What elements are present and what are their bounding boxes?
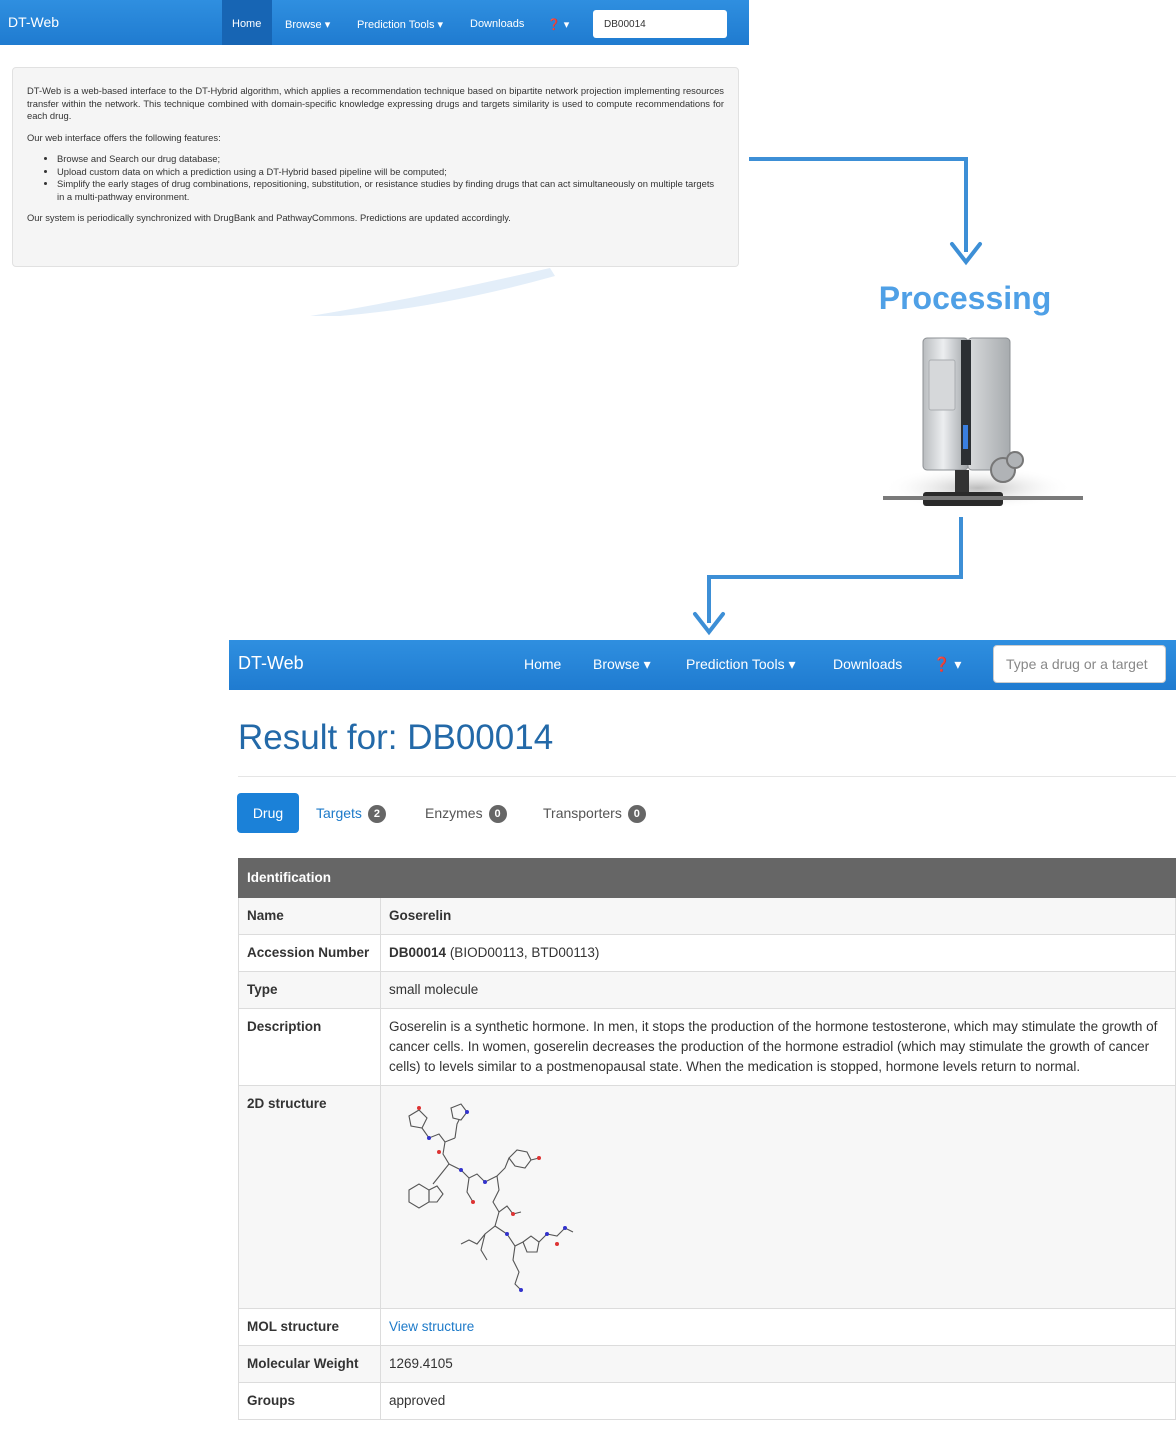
feature-item: Upload custom data on which a prediction… [57, 166, 724, 179]
search-input[interactable]: Type a drug or a target [993, 645, 1166, 683]
server-icon [883, 337, 1083, 510]
description-value: Goserelin is a synthetic hormone. In men… [380, 1008, 1176, 1086]
small-nav-downloads[interactable]: Downloads [470, 18, 524, 30]
weight-value: 1269.4105 [380, 1345, 1176, 1383]
processing-label: Processing [878, 280, 1052, 316]
feature-list: Browse and Search our drug database; Upl… [27, 153, 724, 203]
mol-label: MOL structure [238, 1308, 381, 1346]
feature-item: Browse and Search our drug database; [57, 153, 724, 166]
accession-label: Accession Number [238, 934, 381, 972]
navbar: DT-Web Home Browse ▾ Prediction Tools ▾ … [229, 640, 1176, 690]
tab-drug[interactable]: Drug [237, 793, 299, 833]
table-row: 2D structure [238, 1085, 1176, 1309]
page-title: Result for: DB00014 [238, 718, 554, 757]
groups-value: approved [380, 1382, 1176, 1420]
small-nav-prediction-tools[interactable]: Prediction Tools ▾ [357, 18, 443, 31]
molecule-structure-image [408, 1103, 574, 1292]
tab-enzymes[interactable]: Enzymes 0 [425, 793, 507, 833]
groups-label: Groups [238, 1382, 381, 1420]
intro-paragraph-3: Our system is periodically synchronized … [27, 212, 511, 223]
table-row: Type small molecule [238, 971, 1176, 1009]
nav-browse[interactable]: Browse ▾ [593, 656, 651, 673]
small-navbar: DT-Web Home Browse ▾ Prediction Tools ▾ … [0, 0, 749, 45]
small-search-input[interactable]: DB00014 [593, 10, 727, 38]
arrow-segment [749, 157, 967, 161]
view-structure-link[interactable]: View structure [389, 1319, 474, 1334]
intro-panel: DT-Web is a web-based interface to the D… [12, 67, 739, 267]
arrow-segment [707, 575, 963, 579]
enzymes-count-badge: 0 [488, 805, 507, 823]
type-value: small molecule [380, 971, 1176, 1009]
brand[interactable]: DT-Web [238, 653, 304, 674]
accession-value: DB00014 (BIOD00113, BTD00113) [380, 934, 1176, 972]
type-label: Type [238, 971, 381, 1009]
table-header-row: Identification [238, 858, 1176, 898]
arrow-down-icon [693, 612, 725, 636]
name-label: Name [238, 897, 381, 935]
tab-targets[interactable]: Targets 2 [316, 793, 386, 833]
table-row: Molecular Weight 1269.4105 [238, 1345, 1176, 1383]
accession-alt-ids: (BIOD00113, BTD00113) [449, 945, 600, 960]
tab-transporters[interactable]: Transporters 0 [543, 793, 646, 833]
nav-help[interactable]: ❓ ▾ [933, 656, 961, 673]
table-row: Accession Number DB00014 (BIOD00113, BTD… [238, 934, 1176, 972]
targets-count-badge: 2 [367, 805, 386, 823]
background-swoosh [310, 268, 555, 316]
mol-value: View structure [380, 1308, 1176, 1346]
description-label: Description [238, 1008, 381, 1086]
nav-home[interactable]: Home [524, 656, 561, 672]
nav-downloads[interactable]: Downloads [833, 656, 902, 672]
table-row: Description Goserelin is a synthetic hor… [238, 1008, 1176, 1086]
table-row: Name Goserelin [238, 897, 1176, 935]
identification-table: Identification Name Goserelin Accession … [238, 858, 1176, 1420]
arrow-down-icon [950, 242, 982, 266]
small-nav-help[interactable]: ❓ ▾ [547, 18, 569, 31]
table-header: Identification [238, 858, 1176, 898]
small-brand[interactable]: DT-Web [8, 14, 59, 30]
tab-targets-label: Targets [316, 805, 362, 821]
tab-enzymes-label: Enzymes [425, 805, 483, 821]
name-value: Goserelin [380, 897, 1176, 935]
divider [238, 776, 1176, 777]
structure-label: 2D structure [238, 1085, 381, 1309]
tab-transporters-label: Transporters [543, 805, 622, 821]
arrow-segment [959, 517, 963, 578]
small-nav-home[interactable]: Home [232, 18, 261, 30]
table-row: MOL structure View structure [238, 1308, 1176, 1346]
transporters-count-badge: 0 [627, 805, 646, 823]
intro-paragraph-1: DT-Web is a web-based interface to the D… [27, 85, 724, 121]
table-row: Groups approved [238, 1382, 1176, 1420]
accession-id: DB00014 [389, 945, 447, 960]
nav-prediction-tools[interactable]: Prediction Tools ▾ [686, 656, 796, 673]
weight-label: Molecular Weight [238, 1345, 381, 1383]
small-nav-browse[interactable]: Browse ▾ [285, 18, 330, 31]
feature-item: Simplify the early stages of drug combin… [57, 178, 724, 203]
structure-cell [380, 1085, 1176, 1309]
intro-paragraph-2: Our web interface offers the following f… [27, 131, 221, 143]
